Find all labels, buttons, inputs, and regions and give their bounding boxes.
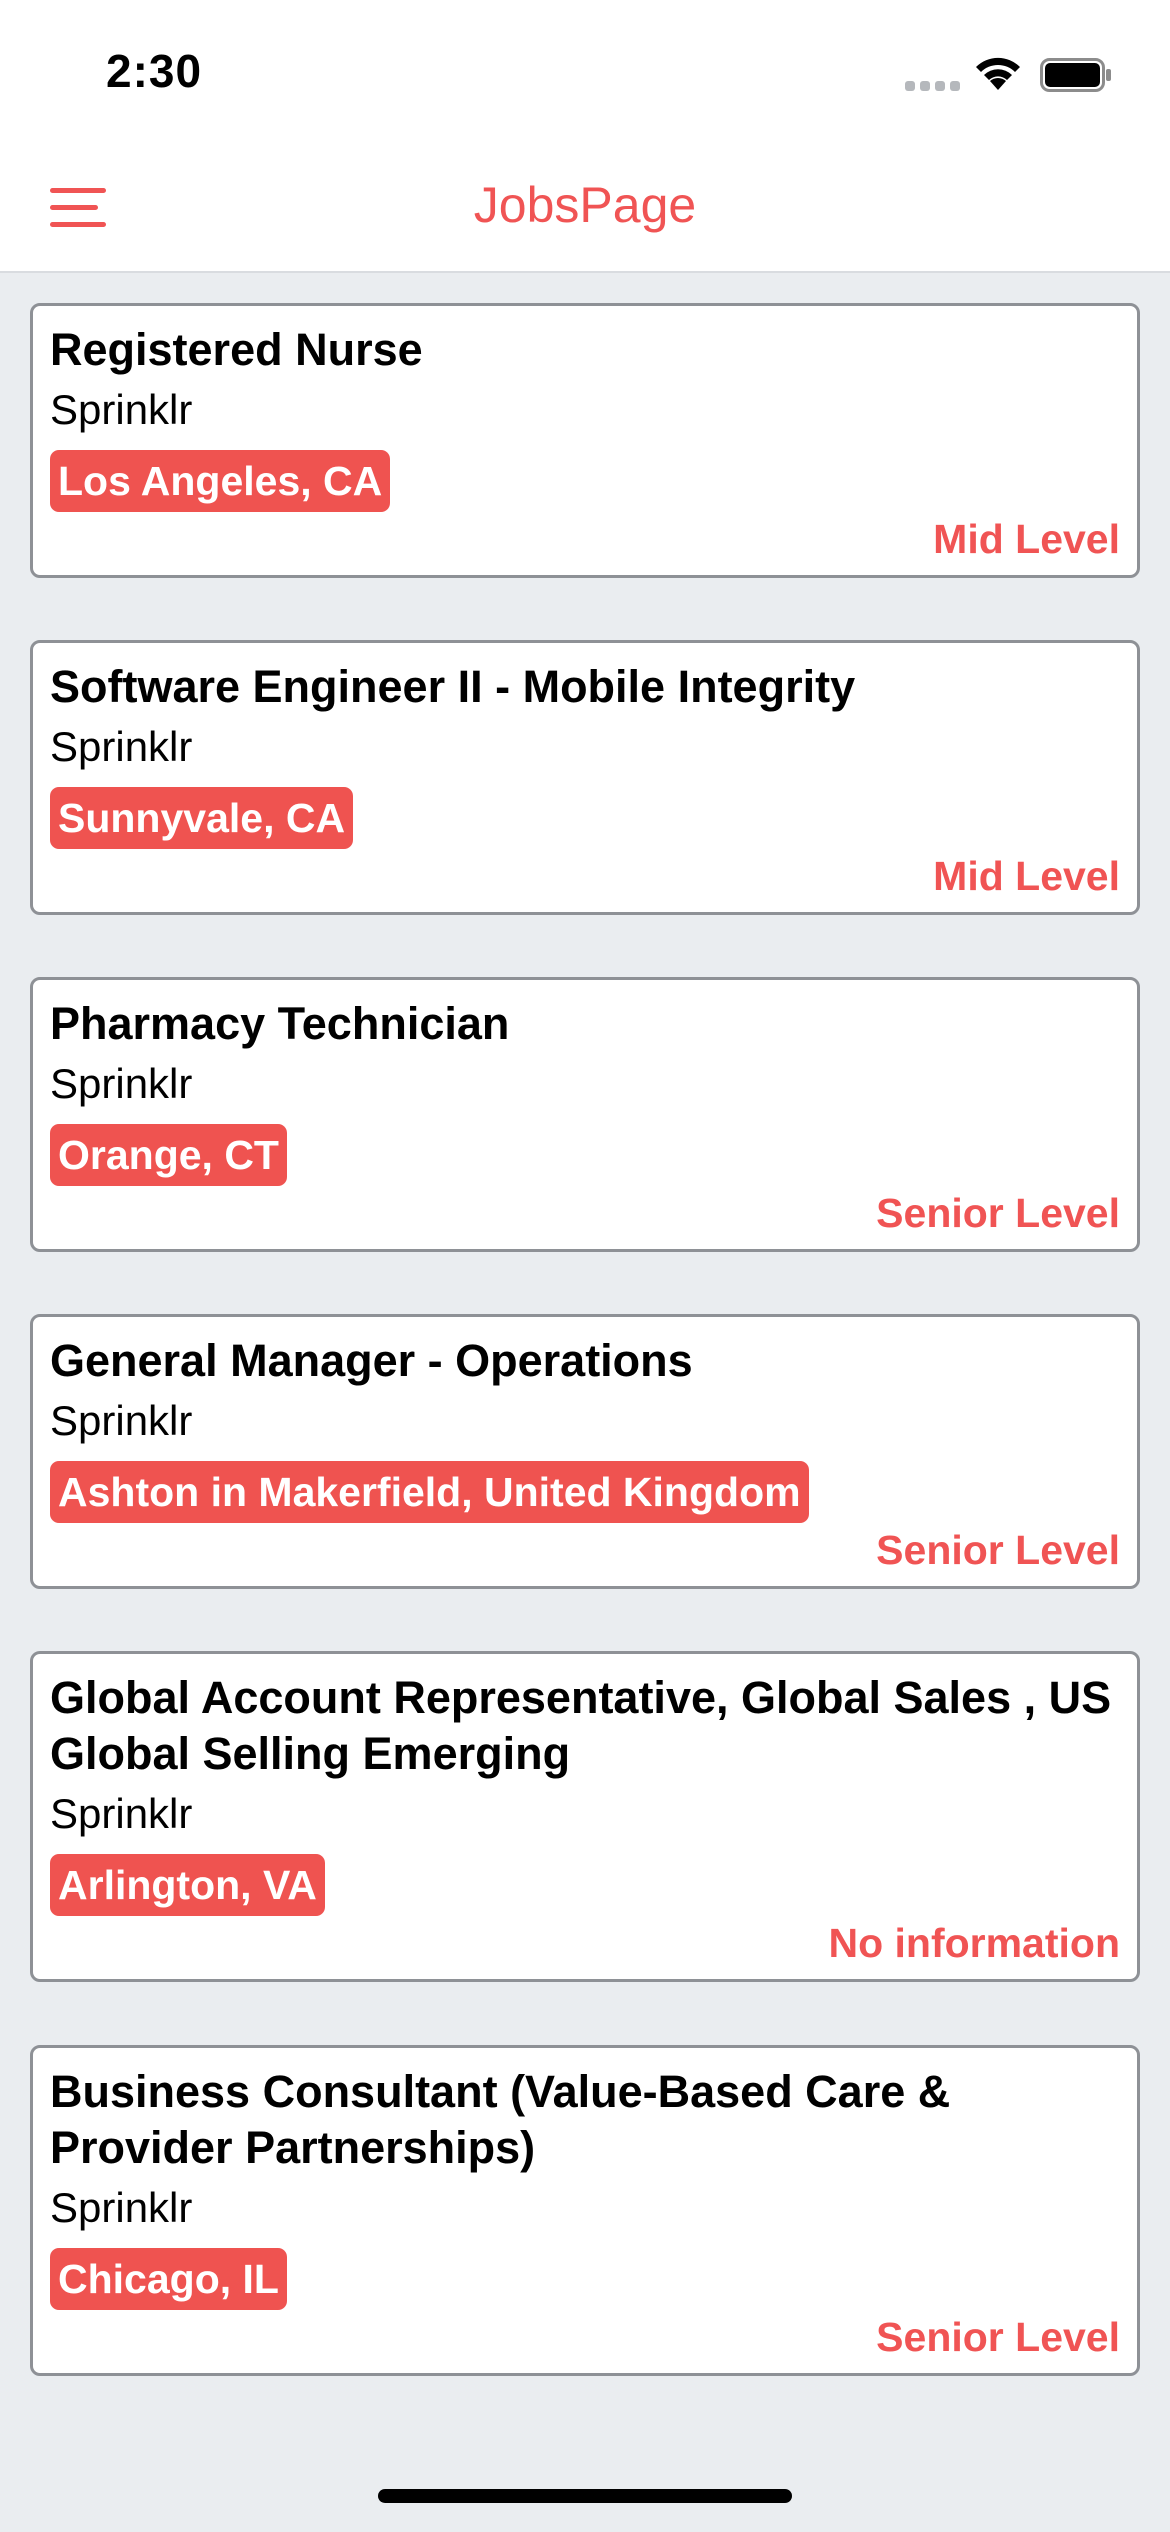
job-company: Sprinklr	[50, 1790, 193, 1837]
page-title: JobsPage	[473, 177, 697, 233]
wifi-icon	[976, 57, 1020, 90]
job-card[interactable]: Software Engineer II - Mobile Integrity …	[30, 640, 1140, 915]
cellular-signal-icon	[905, 81, 961, 93]
job-title: Registered Nurse	[50, 324, 423, 375]
battery-icon	[1040, 58, 1111, 92]
job-level: Mid Level	[933, 853, 1120, 899]
job-location-badge: Sunnyvale, CA	[50, 787, 354, 849]
job-title: Business Consultant (Value-Based Care & …	[50, 2066, 951, 2173]
job-title: Pharmacy Technician	[50, 998, 510, 1049]
job-title: Software Engineer II - Mobile Integrity	[50, 661, 856, 712]
job-level: Senior Level	[876, 1190, 1120, 1236]
status-time: 2:30	[106, 45, 203, 97]
job-title: Global Account Representative, Global Sa…	[50, 1672, 1112, 1779]
job-company: Sprinklr	[50, 1060, 193, 1107]
job-level: No information	[828, 1920, 1120, 1966]
job-location-badge: Chicago, IL	[50, 2248, 287, 2310]
job-location-badge: Orange, CT	[50, 1124, 287, 1186]
job-level: Senior Level	[876, 2314, 1120, 2360]
job-company: Sprinklr	[50, 1397, 193, 1444]
jobs-screen: 2:30 JobsPage Registered Nurse Sprinklr …	[0, 0, 1170, 2532]
job-level: Senior Level	[876, 1527, 1120, 1573]
job-card[interactable]: General Manager - Operations Sprinklr As…	[30, 1314, 1140, 1589]
job-title: General Manager - Operations	[50, 1335, 693, 1386]
job-card[interactable]: Registered Nurse Sprinklr Los Angeles, C…	[30, 303, 1140, 578]
top-bar: 2:30 JobsPage	[0, 0, 1170, 273]
job-company: Sprinklr	[50, 2184, 193, 2231]
job-card[interactable]: Global Account Representative, Global Sa…	[30, 1651, 1140, 1982]
job-location-badge: Arlington, VA	[50, 1854, 325, 1916]
job-company: Sprinklr	[50, 723, 193, 770]
job-location-badge: Los Angeles, CA	[50, 450, 391, 512]
job-card[interactable]: Pharmacy Technician Sprinklr Orange, CT …	[30, 977, 1140, 1252]
job-card[interactable]: Business Consultant (Value-Based Care & …	[30, 2045, 1140, 2376]
job-company: Sprinklr	[50, 386, 193, 433]
job-location-badge: Ashton in Makerfield, United Kingdom	[50, 1461, 809, 1523]
job-level: Mid Level	[933, 516, 1120, 562]
home-indicator[interactable]	[378, 2489, 792, 2503]
